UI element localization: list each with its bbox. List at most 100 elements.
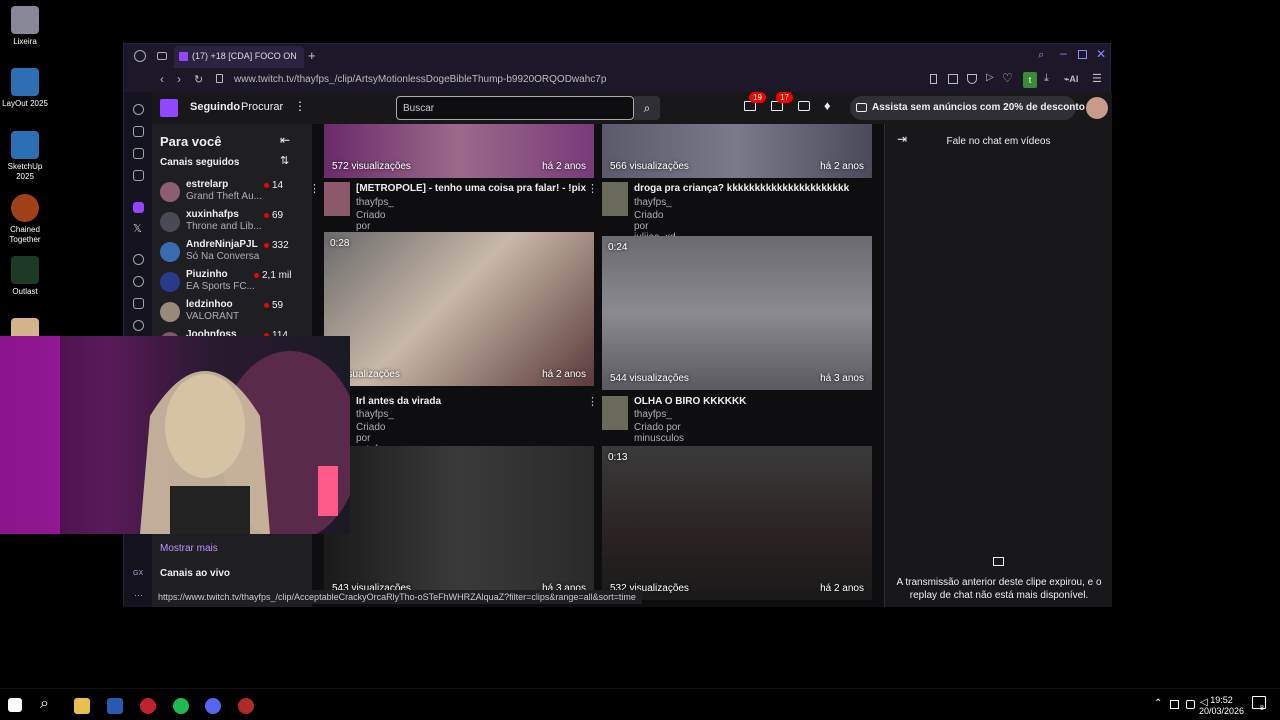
windows-start-icon[interactable] [8,698,22,712]
clip-title[interactable]: OLHA O BIRO KKKKKK [634,396,864,407]
clip-title[interactable]: droga pra criança? kkkkkkkkkkkkkkkkkkkkk… [634,183,864,194]
file-explorer-icon[interactable] [74,698,90,714]
maximize-icon[interactable] [1078,50,1087,59]
chat-panel: ⇥ Fale no chat em vídeos A transmissão a… [884,124,1112,607]
heart-icon[interactable]: ♡ [1002,71,1013,85]
sidebar-channel[interactable]: ledzinhoo VALORANT 59 [152,298,312,328]
rail-more-icon[interactable]: ··· [134,590,143,600]
chat-app-icon[interactable] [133,148,144,159]
play-icon[interactable]: ▷ [986,72,994,83]
sidebar-title: Para você [160,134,222,149]
discord-icon[interactable] [205,698,221,714]
channel-name: Piuzinho [186,269,228,280]
desktop-icon-chained-together[interactable]: Chained Together [0,194,50,245]
clip-thumbnail[interactable]: 0:13 532 visualizações há 2 anos [602,446,872,600]
snapshot-icon[interactable] [948,74,958,84]
back-icon[interactable]: ‹ [160,72,164,86]
cube-icon[interactable] [133,298,144,309]
tab-twitch[interactable]: (17) +18 [CDA] FOCO ON [174,46,304,68]
clip-age: há 2 anos [820,583,864,594]
x-twitter-icon[interactable]: 𝕏 [133,222,142,235]
desktop-icon-sketchup[interactable]: SketchUp 2025 [0,131,50,182]
clip-channel[interactable]: thayfps_ [634,409,672,420]
close-icon[interactable]: ✕ [1096,47,1106,61]
clapperboard-icon [993,557,1004,566]
user-avatar[interactable] [1086,97,1108,119]
network-icon[interactable] [1186,700,1195,709]
minimize-icon[interactable]: – [1060,46,1067,60]
search-input[interactable]: Buscar [396,96,634,120]
clip-title[interactable]: Irl antes da virada [356,396,586,407]
new-tab-icon[interactable]: + [308,48,316,63]
sidebar-channel[interactable]: estrelarp Grand Theft Au... 14 [152,178,312,208]
avatar [160,302,180,322]
layout-app-icon[interactable] [107,698,123,714]
clip-menu-icon[interactable]: ⋮ [312,182,320,195]
url-field[interactable]: www.twitch.tv/thayfps_/clip/ArtsyMotionl… [234,74,606,85]
sidebar-channel[interactable]: xuxinhafps Throne and Lib... 69 [152,208,312,238]
forward-icon[interactable]: › [177,72,181,86]
spotify-icon[interactable] [173,698,189,714]
menu-icon[interactable]: ☰ [1092,72,1102,85]
sort-icon[interactable]: ⇅ [280,154,289,167]
clock-icon[interactable] [133,276,144,287]
opera-sidebar-icon[interactable] [134,50,146,62]
search-button[interactable]: ⌕ [634,96,660,120]
tray-chevron-icon[interactable]: ⌃ [1154,698,1162,709]
bookmark-icon[interactable] [930,74,937,84]
clip-thumbnail[interactable]: 0:28 2 visualizações há 2 anos [324,232,594,386]
clip-duration: 0:13 [608,452,628,463]
player-icon[interactable] [133,254,144,265]
live-indicator [264,213,269,218]
desktop-icon-outlast[interactable]: Outlast [0,256,50,297]
clip-thumbnail[interactable]: 572 visualizações há 2 anos [324,124,594,178]
settings-icon[interactable] [133,320,144,331]
battery-icon[interactable] [1170,700,1179,709]
show-more-link[interactable]: Mostrar mais [160,543,218,554]
notifications-badge: 17 [776,92,793,103]
viewer-count: 69 [272,210,284,221]
clip-views: 544 visualizações [610,373,689,384]
whispers-icon[interactable] [798,101,810,111]
search-tabs-icon[interactable]: ⌕ [1038,49,1044,62]
messenger-icon[interactable] [133,170,144,181]
collapse-sidebar-icon[interactable]: ⇤ [280,133,290,147]
twitch-logo-icon[interactable] [160,99,178,117]
crown-icon[interactable]: ♦ [824,98,831,113]
clip-channel-avatar[interactable] [602,182,628,216]
twitch-sidebar-icon[interactable] [133,202,144,213]
history-icon[interactable] [133,104,144,115]
extension-icon[interactable]: t [1023,72,1037,88]
clip-menu-icon[interactable]: ⋮ [587,395,598,408]
clip-channel-avatar[interactable] [602,396,628,430]
clip-title[interactable]: [METROPOLE] - tenho uma coisa pra falar!… [356,183,586,194]
nav-browse[interactable]: Procurar [241,101,283,113]
opera-gx-icon[interactable] [140,698,156,714]
tab-islands-icon[interactable] [157,52,167,60]
turbo-promo-button[interactable]: Assista sem anúncios com 20% de desconto [850,96,1085,120]
clip-thumbnail[interactable]: 0:24 544 visualizações há 3 anos [602,236,872,390]
nav-following[interactable]: Seguindo [190,101,240,113]
desktop-icon-recycle-bin[interactable]: Lixeira [0,6,50,47]
system-clock[interactable]: 19:52 20/03/2026 [1199,695,1244,717]
reload-icon[interactable]: ↻ [194,73,203,86]
clip-channel-avatar[interactable] [324,182,350,216]
clip-channel[interactable]: thayfps_ [634,197,672,208]
aria-ai-button[interactable]: ⌁AI [1064,74,1078,85]
clip-thumbnail[interactable]: 543 visualizações há 3 anos [324,446,594,600]
shield-icon[interactable] [967,74,977,84]
sidebar-channel[interactable]: Piuzinho EA Sports FC... 2,1 mil [152,268,312,298]
clip-menu-icon[interactable]: ⋮ [587,182,598,195]
clock-time: 19:52 [1210,695,1233,705]
clip-channel[interactable]: thayfps_ [356,409,394,420]
desktop-icon-layout[interactable]: LayOut 2025 [0,68,50,109]
rail-gx-icon[interactable]: GX [133,570,143,577]
clip-thumbnail[interactable]: 566 visualizações há 2 anos [602,124,872,178]
search-icon[interactable]: ⌕ [40,695,49,713]
clip-channel[interactable]: thayfps_ [356,197,394,208]
download-icon[interactable]: ⤓ [1044,72,1049,85]
sidebar-channel[interactable]: AndreNinjaPJL Só Na Conversa 332 [152,238,312,268]
bag-icon[interactable] [133,126,144,137]
app-icon[interactable] [238,698,254,714]
more-options-icon[interactable]: ⋮ [294,99,306,113]
